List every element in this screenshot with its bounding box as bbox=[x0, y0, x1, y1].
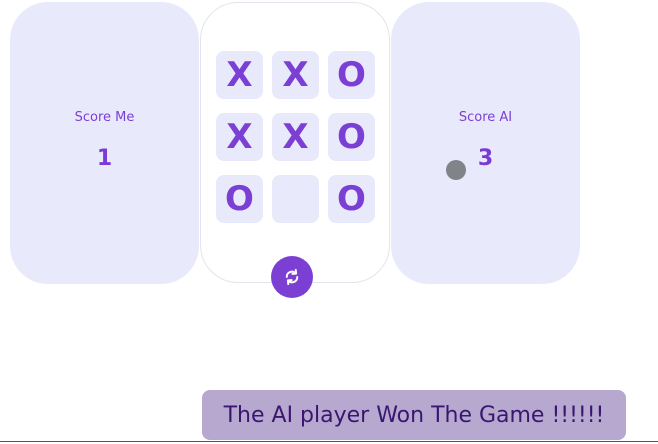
board-cell[interactable]: O bbox=[328, 51, 375, 99]
score-me-value: 1 bbox=[96, 146, 113, 171]
refresh-icon bbox=[285, 268, 299, 286]
cursor-dot-icon bbox=[446, 160, 466, 180]
divider bbox=[0, 441, 658, 442]
board-cell[interactable]: X bbox=[272, 113, 319, 161]
score-card-me: Score Me 1 bbox=[10, 2, 199, 284]
game-result-message: The AI player Won The Game !!!!!! bbox=[202, 390, 626, 440]
board-cell[interactable]: O bbox=[216, 175, 263, 223]
board-cell[interactable]: O bbox=[328, 113, 375, 161]
reset-button[interactable] bbox=[271, 256, 313, 298]
score-ai-value: 3 bbox=[477, 146, 494, 171]
score-me-label: Score Me bbox=[74, 110, 135, 125]
board-cell[interactable] bbox=[272, 175, 319, 223]
score-card-ai: Score AI 3 bbox=[391, 2, 580, 284]
game-board: X X O X X O O O bbox=[200, 2, 390, 283]
board-cell[interactable]: O bbox=[328, 175, 375, 223]
score-ai-label: Score AI bbox=[458, 110, 513, 125]
board-cell[interactable]: X bbox=[216, 51, 263, 99]
board-cell[interactable]: X bbox=[216, 113, 263, 161]
board-cell[interactable]: X bbox=[272, 51, 319, 99]
